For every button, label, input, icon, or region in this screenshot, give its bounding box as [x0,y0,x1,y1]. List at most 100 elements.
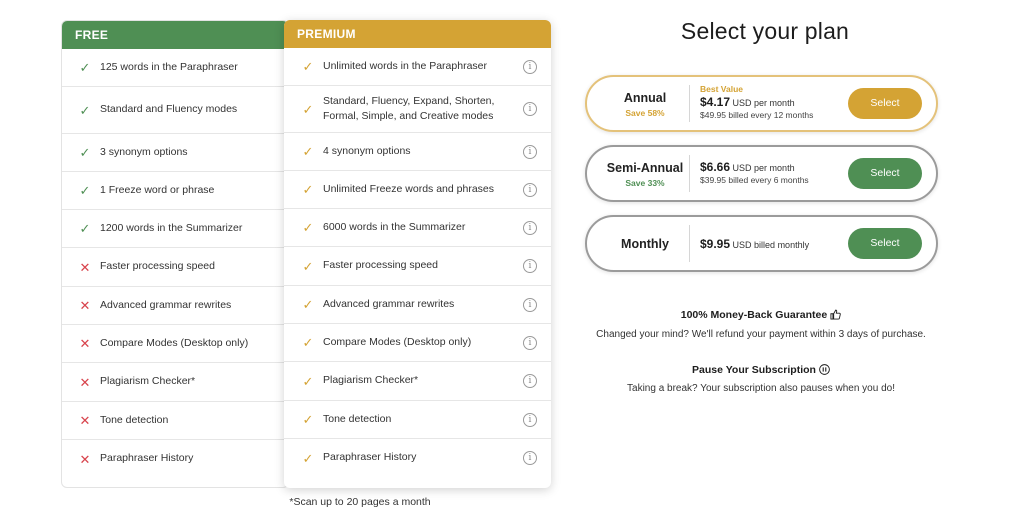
feature-label: 6000 words in the Summarizer [323,220,466,233]
feature-label: Unlimited Freeze words and phrases [323,182,494,195]
plan-price: $9.95 [700,237,731,251]
pause-icon [819,364,830,378]
feature-label: 4 synonym options [323,144,411,157]
plan-savings: Save 33% [625,178,665,188]
feature-row: ✓ Standard and Fluency modes [62,87,288,134]
pause-heading: Pause Your Subscription [580,364,942,378]
premium-column-header: PREMIUM [284,20,551,48]
info-icon[interactable]: i [523,144,537,159]
plan-price-unit: USD billed monthly [732,240,810,250]
feature-row: ✕ Compare Modes (Desktop only) [62,325,288,363]
feature-label: Compare Modes (Desktop only) [323,335,472,348]
x-icon: ✕ [79,413,91,428]
plan-card-annual[interactable]: Annual Save 58% Best Value $4.17 USD per… [585,75,938,132]
info-icon[interactable]: i [523,374,537,388]
plan-name: Monthly [621,237,669,251]
check-icon: ✓ [302,59,314,74]
feature-label: 1 Freeze word or phrase [100,183,215,196]
info-icon[interactable]: i [523,59,537,74]
info-icon[interactable]: i [523,451,537,465]
feature-row: ✓ Standard, Fluency, Expand, Shorten, For… [284,86,551,133]
feature-row: ✓ Paraphraser History i [284,439,551,477]
info-icon[interactable]: i [523,297,537,312]
feature-row: ✕ Plagiarism Checker* [62,363,288,402]
check-icon: ✓ [302,182,314,197]
feature-label: Paraphraser History [323,451,417,464]
plan-divider [689,225,690,262]
x-icon: ✕ [79,298,91,313]
info-icon[interactable]: i [523,102,537,116]
plan-name: Semi-Annual [606,161,684,175]
plan-price-block: Best Value $4.17 USD per month $49.95 bi… [700,84,813,121]
feature-row: ✓ Faster processing speed i [284,247,551,286]
feature-label: Plagiarism Checker* [323,374,419,387]
guarantee-title: 100% Money-Back Guarantee [680,309,828,321]
feature-row: ✓ 125 words in the Paraphraser [62,49,288,87]
feature-row: ✓ 4 synonym options i [284,133,551,171]
feature-label: Plagiarism Checker* [100,375,196,388]
plan-price: $6.66 [700,160,731,174]
info-icon[interactable]: i [523,182,537,197]
check-icon: ✓ [79,221,91,236]
plan-billing-note: $39.95 billed every 6 months [700,175,809,185]
plan-price-unit: USD per month [732,163,795,173]
check-icon: ✓ [302,258,314,274]
check-icon: ✓ [302,373,314,389]
info-icon[interactable]: i [523,220,537,235]
check-icon: ✓ [302,335,314,350]
plan-price-unit: USD per month [732,98,795,108]
x-icon: ✕ [79,336,91,351]
free-column-header: FREE [62,21,288,49]
feature-row: ✓ 3 synonym options [62,134,288,172]
check-icon: ✓ [302,412,314,427]
select-annual-button[interactable]: Select [848,88,922,119]
free-feature-list: ✓ 125 words in the Paraphraser ✓ Standard a… [62,49,288,478]
feature-label: Standard, Fluency, Expand, Shorten, Form… [323,94,495,122]
feature-row: ✕ Faster processing speed [62,248,288,287]
info-icon[interactable]: i [523,259,537,273]
feature-row: ✓ 1 Freeze word or phrase [62,172,288,210]
thumbs-up-icon [830,309,841,323]
plan-price: $4.17 [700,95,731,109]
plan-divider [689,155,690,192]
info-icon[interactable]: i [523,335,537,350]
select-semi-annual-button[interactable]: Select [848,158,922,189]
feature-row: ✓ Compare Modes (Desktop only) i [284,324,551,362]
plan-price-block: $9.95 USD billed monthly [700,237,809,252]
plan-savings: Save 58% [625,108,665,118]
plagiarism-footnote: *Scan up to 20 pages a month [289,496,431,508]
feature-label: 3 synonym options [100,145,188,158]
feature-label: Tone detection [100,413,169,426]
select-monthly-button[interactable]: Select [848,228,922,259]
feature-row: ✓ Plagiarism Checker* i [284,362,551,401]
feature-label: Advanced grammar rewrites [323,297,455,310]
check-icon: ✓ [302,101,314,117]
plan-name: Annual [623,91,667,105]
feature-label: 125 words in the Paraphraser [100,60,238,73]
plan-divider [689,85,690,122]
feature-row: ✕ Advanced grammar rewrites [62,287,288,325]
plan-card-semi-annual[interactable]: Semi-Annual Save 33% $6.66 USD per month… [585,145,938,202]
feature-row: ✓ 6000 words in the Summarizer i [284,209,551,247]
feature-row: ✓ Unlimited Freeze words and phrases i [284,171,551,209]
check-icon: ✓ [79,102,91,118]
x-icon: ✕ [79,374,91,390]
check-icon: ✓ [302,297,314,312]
check-icon: ✓ [79,183,91,198]
check-icon: ✓ [302,144,314,159]
info-icon[interactable]: i [523,412,537,427]
feature-label: Faster processing speed [100,260,215,273]
plan-card-monthly[interactable]: Monthly $9.95 USD billed monthly Select [585,215,938,272]
feature-row: ✕ Paraphraser History [62,440,288,478]
x-icon: ✕ [79,451,91,467]
premium-column: PREMIUM ✓ Unlimited words in the Paraphra… [284,20,551,488]
feature-row: ✓ 1200 words in the Summarizer [62,210,288,248]
pause-title: Pause Your Subscription [692,364,816,376]
feature-row: ✓ Advanced grammar rewrites i [284,286,551,324]
best-value-badge: Best Value [700,84,743,94]
feature-label: Paraphraser History [100,452,194,465]
guarantee-description: Changed your mind? We'll refund your pay… [596,329,926,340]
check-icon: ✓ [302,220,314,235]
check-icon: ✓ [79,60,91,75]
feature-label: Tone detection [323,412,392,425]
